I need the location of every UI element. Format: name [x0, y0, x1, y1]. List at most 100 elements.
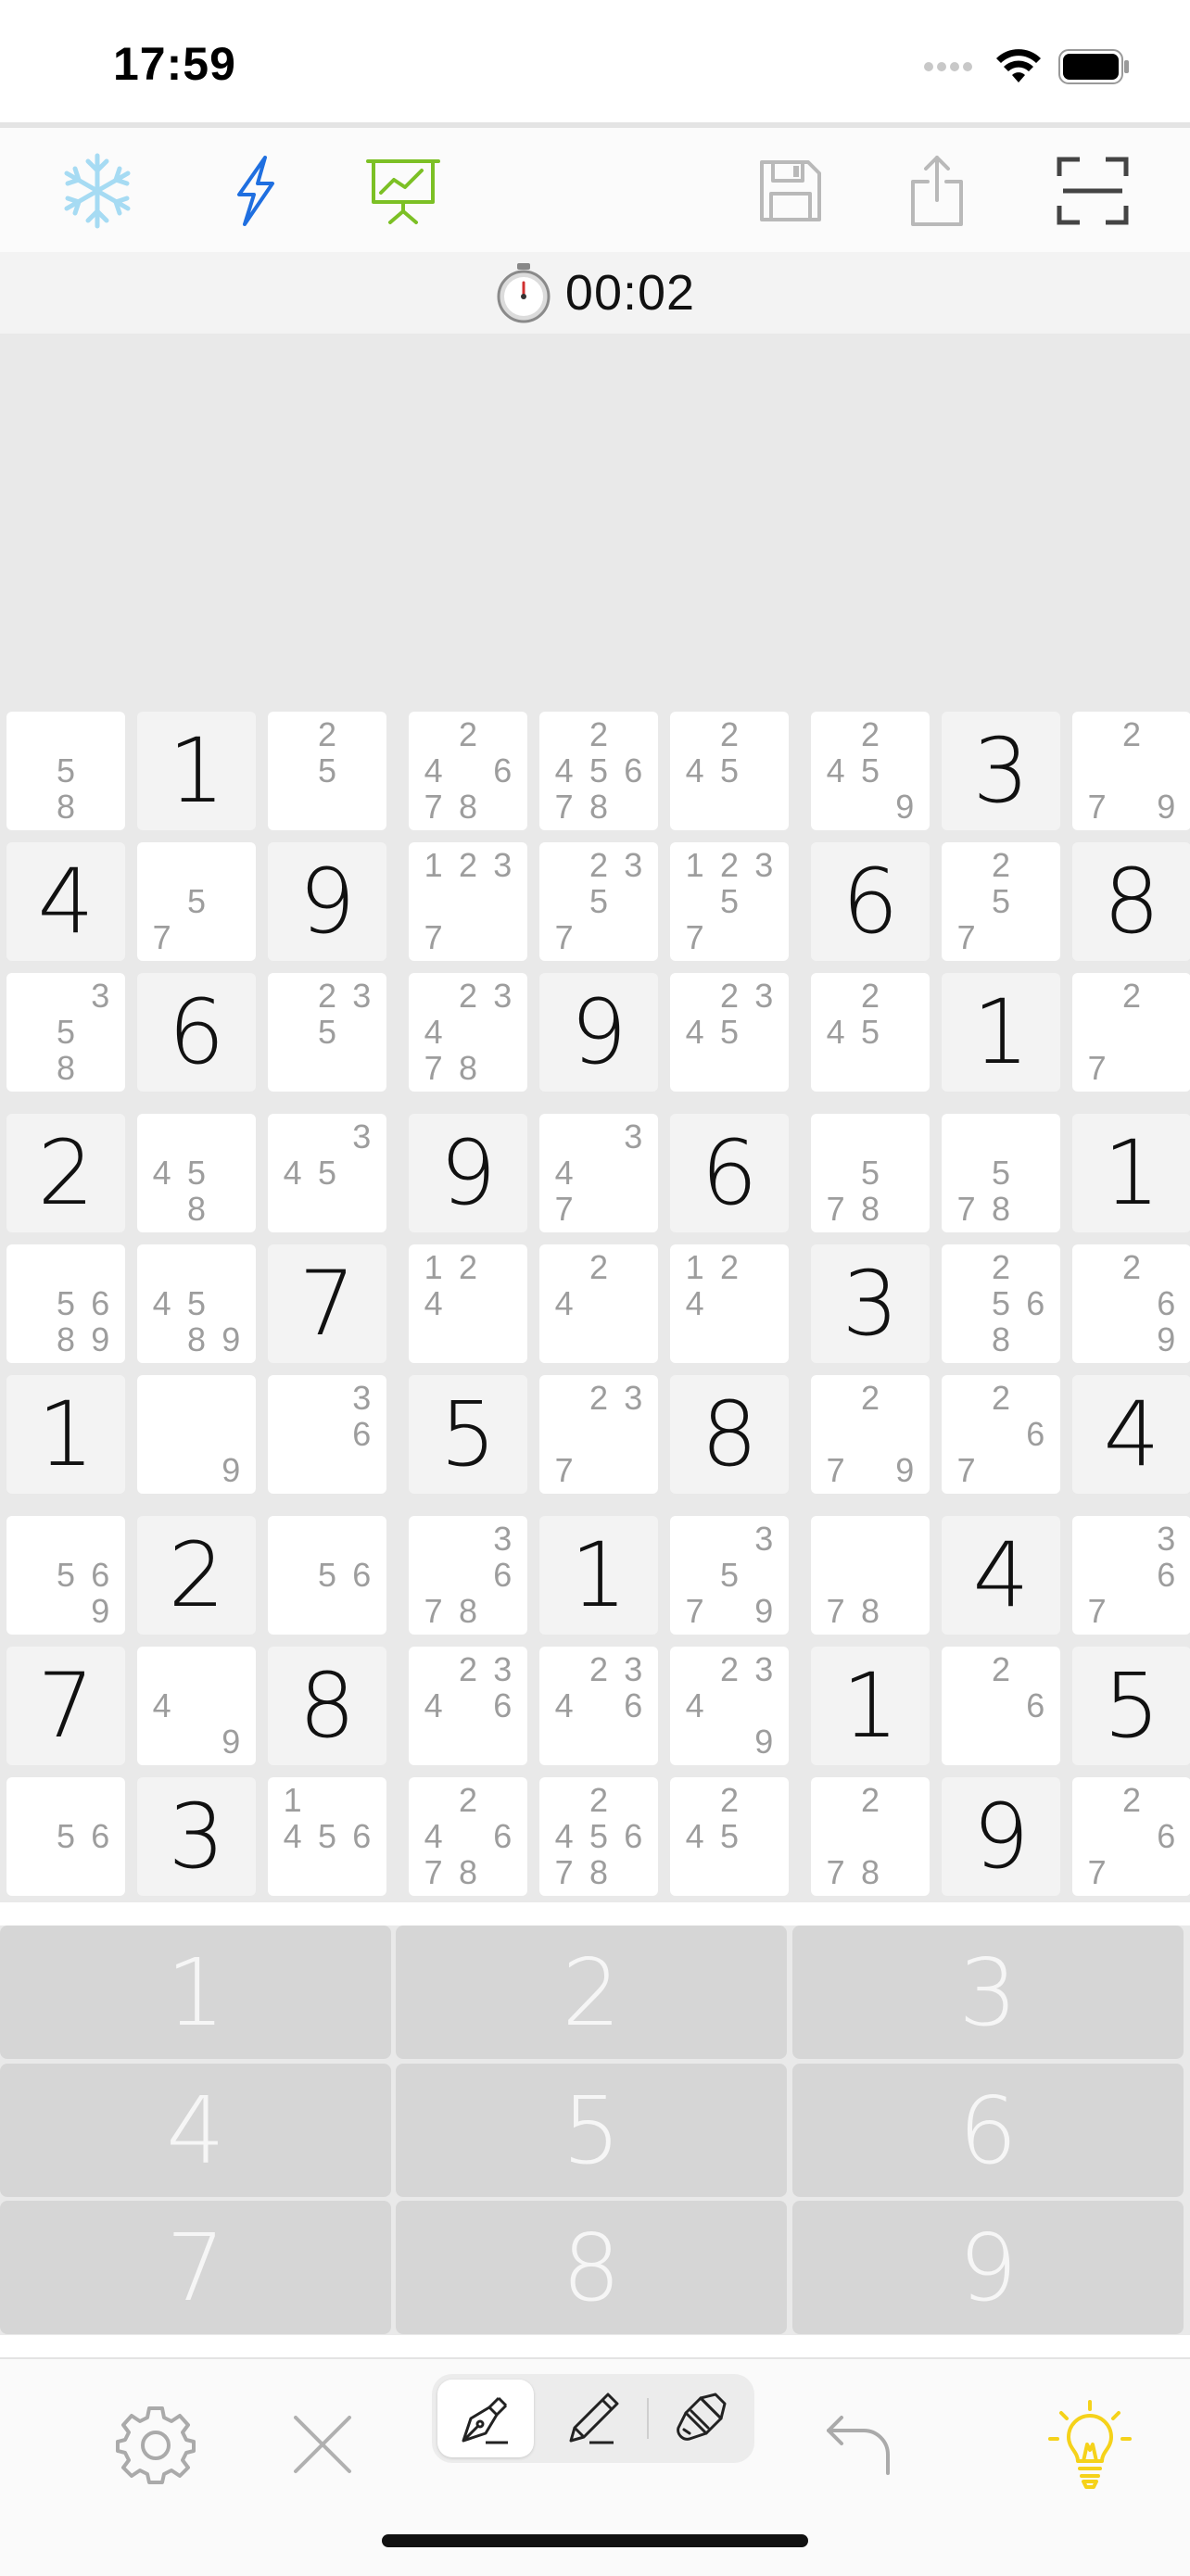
keypad-key-7[interactable]: 7	[0, 2201, 391, 2334]
board-cell[interactable]: 257	[942, 842, 1060, 961]
board-cell[interactable]: 2	[137, 1516, 256, 1635]
board-cell[interactable]: 36 78	[409, 1516, 527, 1635]
board-cell[interactable]: 9	[539, 973, 658, 1092]
board-cell[interactable]: 5	[1072, 1647, 1190, 1765]
undo-icon[interactable]	[816, 2400, 905, 2489]
board-cell[interactable]: 23 4 6	[409, 1647, 527, 1765]
board-cell[interactable]: 6	[137, 973, 256, 1092]
save-icon[interactable]	[751, 151, 830, 231]
board-cell[interactable]: 5689	[6, 1244, 125, 1363]
board-cell[interactable]: 36	[268, 1375, 386, 1494]
board-cell[interactable]: 9	[268, 842, 386, 961]
board-cell[interactable]: 2	[6, 1114, 125, 1232]
board-cell[interactable]: 25	[268, 712, 386, 830]
board-cell[interactable]: 2456 78	[539, 1777, 658, 1896]
board-cell[interactable]: 8	[268, 1647, 386, 1765]
board-cell[interactable]: 56	[268, 1516, 386, 1635]
board-cell[interactable]: 1	[539, 1516, 658, 1635]
keypad-key-4[interactable]: 4	[0, 2064, 391, 2197]
board-cell[interactable]: 124	[409, 1244, 527, 1363]
board-cell[interactable]: 27	[1072, 973, 1190, 1092]
board-cell[interactable]: 569	[6, 1516, 125, 1635]
board-cell[interactable]: 58	[6, 712, 125, 830]
board-cell[interactable]: 1	[942, 973, 1060, 1092]
board-cell[interactable]: 6	[811, 842, 930, 961]
board-cell[interactable]: 27 9	[811, 1375, 930, 1494]
pencil-mode-button[interactable]	[545, 2380, 641, 2457]
share-icon[interactable]	[897, 151, 977, 231]
board-cell[interactable]: 3	[811, 1244, 930, 1363]
keypad-key-6[interactable]: 6	[792, 2064, 1184, 2197]
board-cell[interactable]: 1	[6, 1375, 125, 1494]
paintbrush-mode-button[interactable]	[652, 2380, 749, 2457]
board-cell[interactable]: 3 45	[268, 1114, 386, 1232]
keypad-key-5[interactable]: 5	[396, 2064, 787, 2197]
board-cell[interactable]: 2456 78	[539, 712, 658, 830]
board-cell[interactable]: 6	[670, 1114, 789, 1232]
board-cell[interactable]: 578	[942, 1114, 1060, 1232]
board-cell[interactable]: 3	[137, 1777, 256, 1896]
board-cell[interactable]: 1456	[268, 1777, 386, 1896]
board-cell[interactable]: 36 7	[1072, 1516, 1190, 1635]
board-cell[interactable]: 4	[6, 842, 125, 961]
board-cell[interactable]: 24 6 78	[409, 712, 527, 830]
board-cell[interactable]: 7	[268, 1244, 386, 1363]
board-cell[interactable]: 269	[1072, 1244, 1190, 1363]
board-cell[interactable]: 2459	[811, 712, 930, 830]
board-cell[interactable]: 8	[1072, 842, 1190, 961]
board-cell[interactable]: 9	[137, 1375, 256, 1494]
board-cell[interactable]: 24 6 78	[409, 1777, 527, 1896]
board-cell[interactable]: 26 7	[942, 1375, 1060, 1494]
board-cell[interactable]: 9	[942, 1777, 1060, 1896]
board-cell[interactable]: 235	[268, 973, 386, 1092]
board-cell[interactable]: 49	[137, 1647, 256, 1765]
board-cell[interactable]: 124	[670, 1244, 789, 1363]
board-cell[interactable]: 26	[942, 1647, 1060, 1765]
board-cell[interactable]: 4589	[137, 1244, 256, 1363]
board-cell[interactable]: 26 7	[1072, 1777, 1190, 1896]
keypad-key-1[interactable]: 1	[0, 1926, 391, 2059]
board-cell[interactable]: 57	[137, 842, 256, 961]
board-cell[interactable]: 5	[409, 1375, 527, 1494]
board-cell[interactable]: 578	[811, 1114, 930, 1232]
board-cell[interactable]: 23 478	[409, 973, 527, 1092]
board-cell[interactable]: 245	[670, 1777, 789, 1896]
lightbulb-icon[interactable]	[1045, 2400, 1134, 2489]
board-cell[interactable]: 458	[137, 1114, 256, 1232]
board-cell[interactable]: 245	[811, 973, 930, 1092]
board-cell[interactable]: 2357	[539, 842, 658, 961]
keypad-key-8[interactable]: 8	[396, 2201, 787, 2334]
fullscreen-icon[interactable]	[1053, 151, 1133, 231]
board-cell[interactable]: 27 9	[1072, 712, 1190, 830]
board-cell[interactable]: 1	[137, 712, 256, 830]
board-cell[interactable]: 358	[6, 973, 125, 1092]
board-cell[interactable]: 23 7	[539, 1375, 658, 1494]
board-cell[interactable]: 245	[670, 712, 789, 830]
chart-presentation-icon[interactable]	[363, 151, 443, 231]
pen-mode-button[interactable]	[437, 2380, 534, 2457]
board-cell[interactable]: 23 45	[670, 973, 789, 1092]
board-cell[interactable]: 24	[539, 1244, 658, 1363]
snowflake-icon[interactable]	[57, 151, 137, 231]
board-cell[interactable]: 357 9	[670, 1516, 789, 1635]
board-cell[interactable]: 78	[811, 1516, 930, 1635]
keypad-key-3[interactable]: 3	[792, 1926, 1184, 2059]
gear-icon[interactable]	[111, 2400, 200, 2489]
board-cell[interactable]: 7	[6, 1647, 125, 1765]
board-cell[interactable]: 1	[811, 1647, 930, 1765]
board-cell[interactable]: 12357	[670, 842, 789, 961]
board-cell[interactable]: 2568	[942, 1244, 1060, 1363]
board-cell[interactable]: 8	[670, 1375, 789, 1494]
board-cell[interactable]: 56	[6, 1777, 125, 1896]
board-cell[interactable]: 278	[811, 1777, 930, 1896]
board-cell[interactable]: 23 4 6	[539, 1647, 658, 1765]
keypad-key-2[interactable]: 2	[396, 1926, 787, 2059]
board-cell[interactable]: 9	[409, 1114, 527, 1232]
lightning-icon[interactable]	[215, 151, 295, 231]
board-cell[interactable]: 3	[942, 712, 1060, 830]
board-cell[interactable]: 4	[1072, 1375, 1190, 1494]
board-cell[interactable]: 4	[942, 1516, 1060, 1635]
close-icon[interactable]	[278, 2400, 367, 2489]
keypad-key-9[interactable]: 9	[792, 2201, 1184, 2334]
board-cell[interactable]: 123 7	[409, 842, 527, 961]
